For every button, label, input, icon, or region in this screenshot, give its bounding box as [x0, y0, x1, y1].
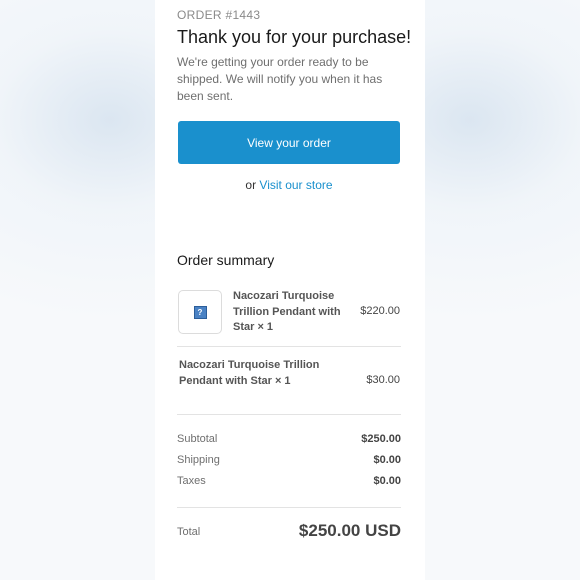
line-item-price: $30.00	[366, 374, 400, 386]
divider	[177, 507, 401, 508]
subtotal-value: $250.00	[361, 433, 401, 445]
line-item-name: Nacozari Turquoise Trillion Pendant with…	[233, 290, 341, 333]
total-label: Total	[177, 526, 201, 538]
order-number: ORDER #1443	[177, 8, 261, 22]
subtotal-label: Subtotal	[177, 433, 218, 445]
line-item-name: Nacozari Turquoise Trillion Pendant with…	[179, 359, 320, 387]
taxes-value: $0.00	[373, 475, 401, 487]
shipping-value: $0.00	[373, 454, 401, 466]
line-item-price: $220.00	[360, 305, 400, 317]
divider	[177, 346, 401, 347]
taxes-label: Taxes	[177, 475, 206, 487]
or-text: or	[245, 178, 257, 192]
visit-store-link[interactable]: Visit our store	[259, 178, 332, 192]
total-value: $250.00 USD	[298, 521, 401, 540]
missing-image-icon: ?	[193, 305, 207, 319]
shipping-label: Shipping	[177, 454, 220, 466]
order-confirmation-panel: ORDER #1443 Thank you for your purchase!…	[155, 0, 425, 580]
product-thumbnail: ?	[178, 290, 222, 334]
order-summary-title: Order summary	[177, 252, 275, 268]
shipping-message: We're getting your order ready to be shi…	[177, 55, 383, 103]
divider	[177, 414, 401, 415]
store-link-line: or Visit our store	[177, 178, 401, 192]
view-order-button[interactable]: View your order	[178, 121, 400, 164]
page-title: Thank you for your purchase!	[177, 27, 412, 47]
